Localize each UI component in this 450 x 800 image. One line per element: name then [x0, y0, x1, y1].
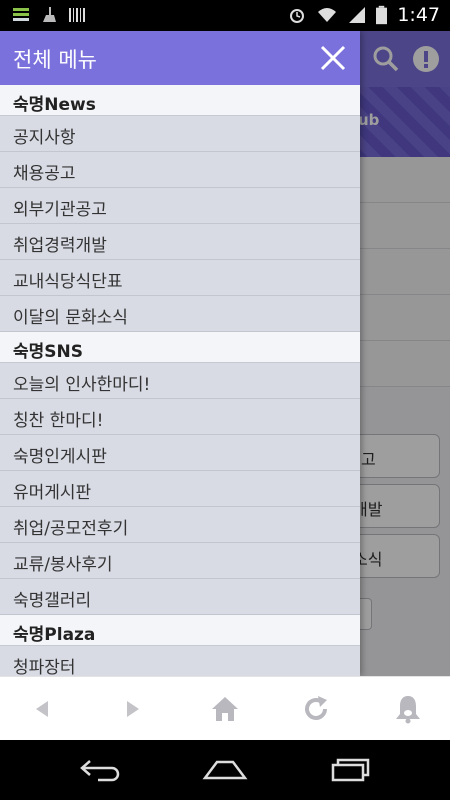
menu-item[interactable]: 청파장터 — [0, 646, 360, 676]
section-header-news: 숙명News — [0, 85, 360, 116]
close-icon[interactable] — [318, 43, 348, 73]
back-nav-icon — [80, 760, 120, 782]
refresh-button[interactable] — [296, 691, 336, 727]
barcode-icon — [69, 8, 85, 22]
drawer-title: 전체 메뉴 — [13, 48, 97, 72]
status-bar: 1:47 — [0, 0, 450, 31]
battery-icon — [376, 5, 388, 25]
scrim-overlay[interactable] — [360, 31, 450, 676]
menu-item[interactable]: 숙명인게시판 — [0, 435, 360, 471]
system-nav-bar — [0, 740, 450, 800]
home-nav-icon — [202, 760, 248, 780]
menu-item[interactable]: 취업/공모전후기 — [0, 507, 360, 543]
bottom-toolbar — [0, 676, 450, 740]
home-icon — [212, 697, 238, 721]
menu-item[interactable]: 공지사항 — [0, 116, 360, 152]
nav-home-button[interactable] — [197, 754, 253, 786]
forward-icon — [127, 701, 139, 717]
drawer-header: 전체 메뉴 — [0, 31, 360, 85]
forward-button[interactable] — [113, 691, 153, 727]
cleaner-icon — [43, 7, 56, 22]
menu-item[interactable]: 이달의 문화소식 — [0, 296, 360, 332]
notification-button[interactable] — [388, 691, 428, 727]
recents-nav-icon — [331, 758, 370, 782]
menu-item[interactable]: 교류/봉사후기 — [0, 543, 360, 579]
alarm-icon — [290, 9, 305, 23]
notification-bars-icon — [13, 8, 29, 21]
menu-item[interactable]: 채용공고 — [0, 152, 360, 188]
wifi-icon — [318, 8, 337, 22]
menu-item[interactable]: 외부기관공고 — [0, 188, 360, 224]
navigation-drawer: 전체 메뉴 숙명News 공지사항 채용공고 외부기관공고 취업경력개발 교내식… — [0, 31, 360, 676]
menu-item[interactable]: 오늘의 인사한마디! — [0, 363, 360, 399]
signal-icon — [349, 7, 366, 23]
menu-item[interactable]: 유머게시판 — [0, 471, 360, 507]
back-icon — [36, 701, 48, 717]
menu-item[interactable]: 취업경력개발 — [0, 224, 360, 260]
back-button[interactable] — [22, 691, 62, 727]
menu-item[interactable]: 칭찬 한마디! — [0, 399, 360, 435]
nav-recents-button[interactable] — [322, 754, 378, 786]
refresh-icon — [305, 696, 327, 720]
nav-back-button[interactable] — [72, 754, 128, 786]
bell-icon — [396, 696, 420, 724]
status-time: 1:47 — [397, 4, 440, 26]
home-button[interactable] — [205, 691, 245, 727]
menu-item[interactable]: 숙명갤러리 — [0, 579, 360, 615]
menu-item[interactable]: 교내식당식단표 — [0, 260, 360, 296]
section-header-plaza: 숙명Plaza — [0, 615, 360, 646]
section-header-sns: 숙명SNS — [0, 332, 360, 363]
